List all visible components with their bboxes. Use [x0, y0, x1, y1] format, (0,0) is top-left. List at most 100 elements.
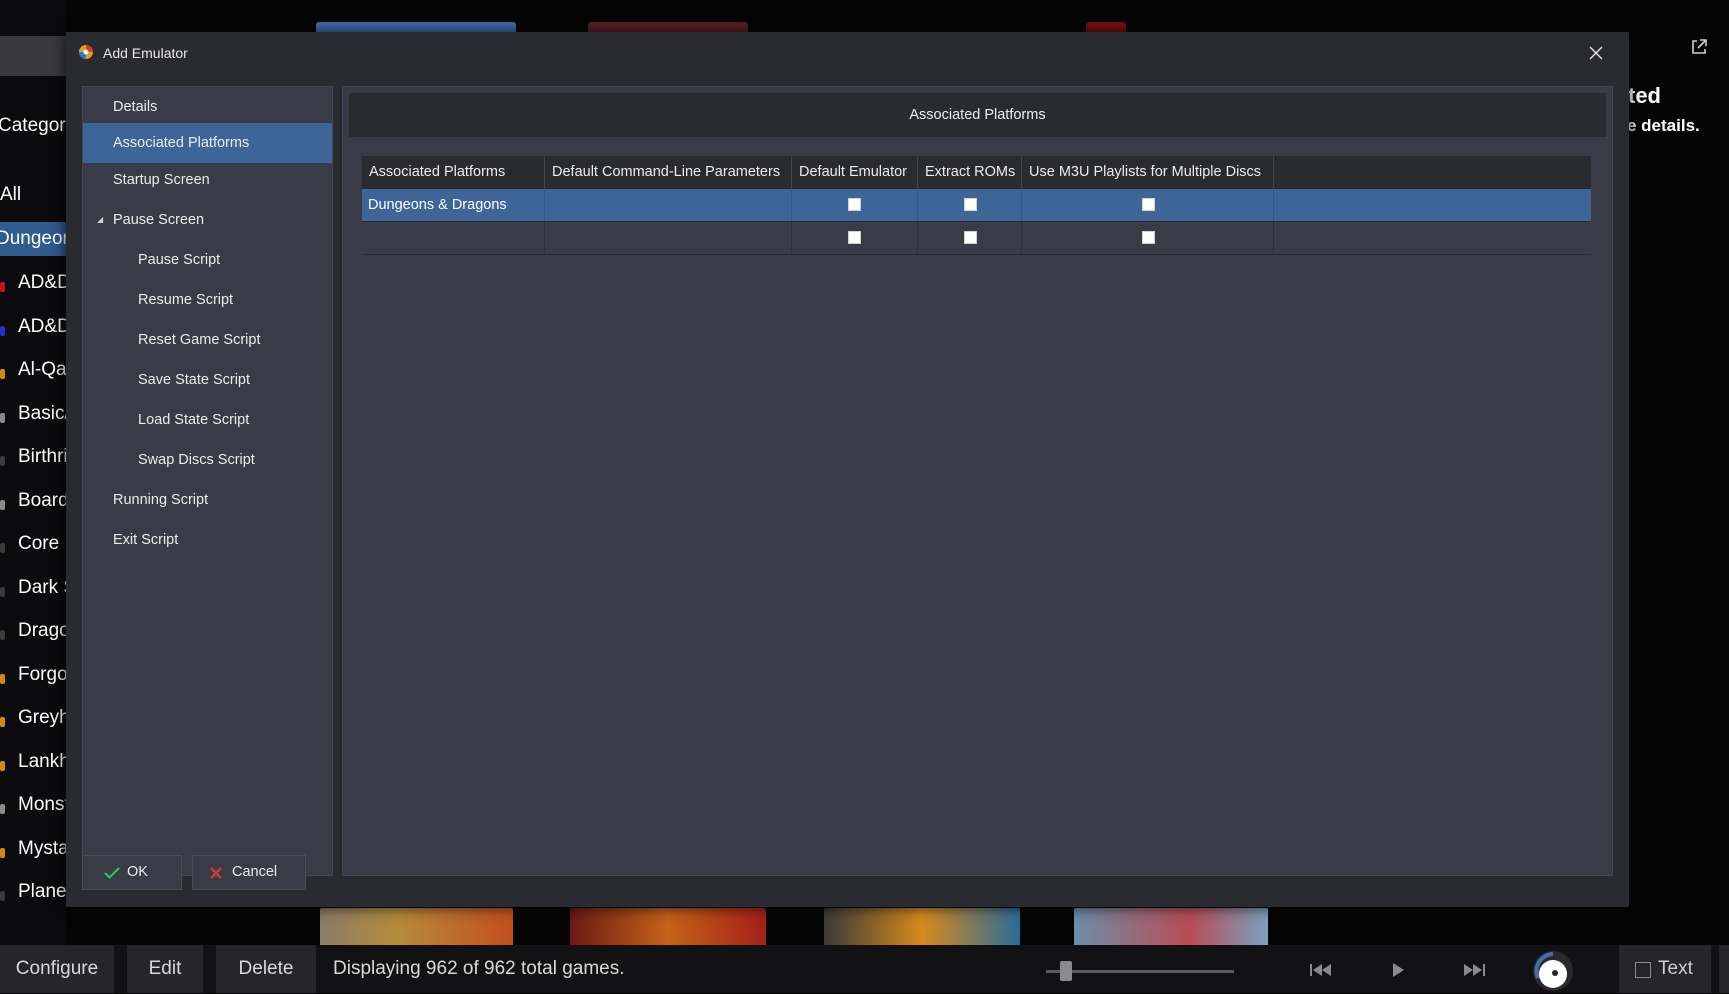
- game-thumbnail[interactable]: [320, 908, 513, 948]
- table-row[interactable]: Dungeons & Dragons: [362, 189, 1591, 222]
- detail-text-line2: e details.: [1627, 116, 1700, 135]
- category-sidebar: Category All Dungeon AD&D AD&D Al-Qa Basic/…: [0, 0, 66, 945]
- play-icon[interactable]: [1383, 958, 1413, 982]
- add-emulator-dialog: Add Emulator Details Associated Platform…: [66, 32, 1629, 907]
- nav-item-save-state-script[interactable]: Save State Script: [83, 360, 332, 400]
- params-cell[interactable]: [545, 189, 792, 221]
- dialog-titlebar: Add Emulator: [66, 32, 1629, 74]
- category-item[interactable]: Greyh: [18, 707, 66, 729]
- extract-roms-checkbox[interactable]: [964, 231, 977, 244]
- nav-item-pause-screen-label: Pause Screen: [113, 212, 205, 228]
- skip-back-icon[interactable]: [1306, 958, 1336, 982]
- category-color-marker: [0, 325, 5, 336]
- platform-cell[interactable]: [362, 222, 545, 254]
- column-header-extract-roms[interactable]: Extract ROMs: [918, 156, 1022, 189]
- checkmark-icon: [104, 867, 120, 880]
- category-color-marker: [0, 673, 5, 684]
- use-m3u-checkbox[interactable]: [1142, 231, 1155, 244]
- category-item[interactable]: Dark S: [18, 577, 66, 599]
- default-emulator-checkbox[interactable]: [848, 198, 861, 211]
- zoom-slider-track[interactable]: [1046, 970, 1234, 973]
- use-m3u-cell: [1022, 222, 1274, 254]
- nav-item-running-script[interactable]: Running Script: [83, 480, 332, 520]
- default-emulator-cell: [792, 222, 918, 254]
- nav-item-pause-script[interactable]: Pause Script: [83, 240, 332, 280]
- app-icon: [79, 45, 93, 59]
- category-color-marker: [0, 717, 5, 727]
- extract-roms-checkbox[interactable]: [964, 198, 977, 211]
- loading-spinner-icon: [1533, 951, 1573, 991]
- category-item[interactable]: Basic/I: [18, 403, 66, 425]
- game-thumbnail[interactable]: [570, 908, 766, 948]
- nav-item-load-state-script[interactable]: Load State Script: [83, 400, 332, 440]
- skip-forward-icon[interactable]: [1460, 958, 1490, 982]
- category-item[interactable]: Mysta: [18, 838, 66, 860]
- dialog-title: Add Emulator: [103, 45, 188, 61]
- expand-arrow-icon[interactable]: ◢: [97, 200, 103, 240]
- params-cell[interactable]: [545, 222, 792, 254]
- category-color-marker: [0, 891, 5, 901]
- use-m3u-checkbox[interactable]: [1142, 198, 1155, 211]
- column-header-default-emulator[interactable]: Default Emulator: [792, 156, 918, 189]
- configure-button[interactable]: Configure: [0, 945, 114, 993]
- column-header-platform[interactable]: Associated Platforms: [362, 156, 545, 189]
- category-item[interactable]: Al-Qa: [18, 359, 66, 381]
- table-row[interactable]: [362, 222, 1591, 255]
- category-item[interactable]: Drago: [18, 620, 66, 642]
- nav-item-associated-platforms[interactable]: Associated Platforms: [83, 123, 332, 163]
- associated-platforms-panel: Associated Platforms Associated Platform…: [342, 86, 1613, 876]
- platform-cell[interactable]: Dungeons & Dragons: [362, 189, 545, 221]
- nav-item-exit-script[interactable]: Exit Script: [83, 520, 332, 560]
- text-toggle[interactable]: Text: [1619, 945, 1711, 993]
- category-item[interactable]: Lankh: [18, 751, 66, 773]
- column-header-params[interactable]: Default Command-Line Parameters: [545, 156, 792, 189]
- category-color-marker: [0, 847, 5, 858]
- game-thumbnail[interactable]: [1074, 908, 1268, 948]
- toolbar-edge: [1719, 945, 1729, 993]
- category-item[interactable]: Core F: [18, 533, 66, 555]
- extract-roms-cell: [918, 189, 1022, 221]
- text-toggle-label: Text: [1658, 958, 1693, 979]
- category-item[interactable]: AD&D: [18, 272, 66, 294]
- delete-button[interactable]: Delete: [216, 945, 316, 993]
- zoom-slider-handle[interactable]: [1060, 961, 1072, 981]
- category-item[interactable]: Monst: [18, 794, 66, 816]
- category-item[interactable]: Birthri: [18, 446, 66, 468]
- top-game-card[interactable]: [588, 22, 748, 32]
- category-color-marker: [0, 282, 5, 292]
- settings-nav: Details Associated Platforms Startup Scr…: [82, 86, 333, 876]
- top-game-card[interactable]: [316, 22, 516, 32]
- edit-button[interactable]: Edit: [127, 945, 203, 993]
- ok-label: OK: [127, 864, 148, 880]
- category-item-all[interactable]: All: [0, 184, 21, 206]
- category-color-marker: [0, 630, 5, 640]
- column-header-use-m3u[interactable]: Use M3U Playlists for Multiple Discs: [1022, 156, 1274, 189]
- platforms-table[interactable]: Associated Platforms Default Command-Lin…: [362, 156, 1591, 817]
- nav-item-swap-discs-script[interactable]: Swap Discs Script: [83, 440, 332, 480]
- category-item[interactable]: Planes: [18, 881, 66, 903]
- game-thumbnail[interactable]: [824, 908, 1020, 948]
- category-item[interactable]: Forgot: [18, 664, 66, 686]
- category-item-selected[interactable]: Dungeon: [0, 222, 66, 256]
- text-toggle-checkbox[interactable]: [1635, 962, 1651, 978]
- nav-item-pause-screen[interactable]: ◢ Pause Screen: [83, 200, 332, 240]
- nav-item-startup-screen[interactable]: Startup Screen: [83, 160, 332, 200]
- category-item[interactable]: Board: [18, 490, 66, 512]
- category-color-marker: [0, 543, 5, 553]
- top-game-card[interactable]: [1086, 22, 1126, 32]
- category-heading: Category: [0, 115, 66, 136]
- table-header: Associated Platforms Default Command-Lin…: [362, 156, 1591, 189]
- nav-item-resume-script[interactable]: Resume Script: [83, 280, 332, 320]
- external-link-icon[interactable]: [1690, 38, 1708, 56]
- category-color-marker: [0, 586, 5, 597]
- default-emulator-checkbox[interactable]: [848, 231, 861, 244]
- category-item[interactable]: AD&D: [18, 316, 66, 338]
- status-text: Displaying 962 of 962 total games.: [333, 958, 625, 979]
- cancel-button[interactable]: Cancel: [192, 855, 306, 890]
- nav-item-reset-game-script[interactable]: Reset Game Script: [83, 320, 332, 360]
- nav-item-details[interactable]: Details: [83, 87, 332, 127]
- detail-text-line1: ted: [1628, 83, 1661, 108]
- ok-button[interactable]: OK: [82, 855, 182, 890]
- close-button[interactable]: [1580, 39, 1612, 67]
- close-icon[interactable]: [1589, 46, 1603, 60]
